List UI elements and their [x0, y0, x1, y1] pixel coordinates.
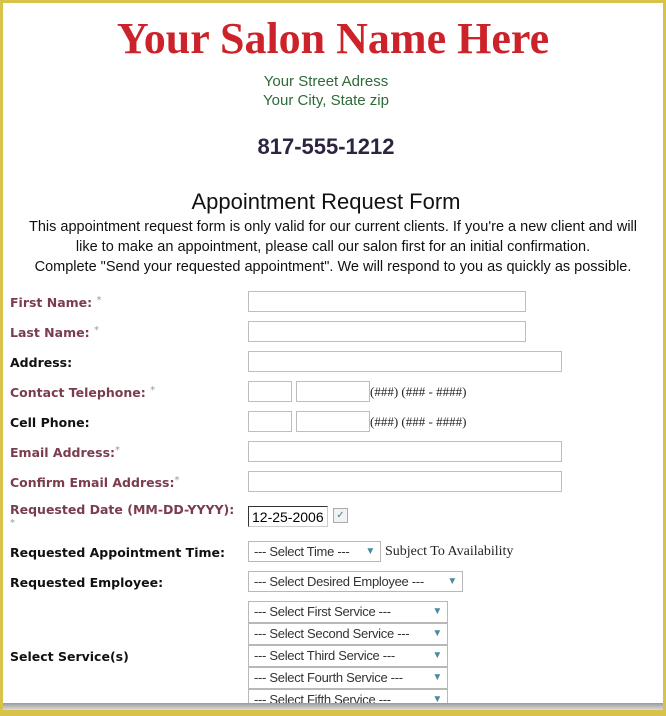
email-label: Email Address:* [10, 445, 121, 460]
date-input[interactable] [248, 506, 328, 527]
phone-format-hint: (###) (### - ####) [370, 384, 467, 399]
confirm-email-label: Confirm Email Address:* [10, 475, 180, 490]
contact-area-code-input[interactable] [248, 381, 292, 402]
intro-line: like to make an appointment, please call… [75, 239, 591, 255]
contact-number-input[interactable] [296, 381, 370, 402]
salon-phone: 817-555-1212 [257, 134, 395, 159]
cell-area-code-input[interactable] [248, 411, 292, 432]
page: Your Salon Name Here Your Street Adress … [3, 3, 663, 710]
form-title: Appointment Request Form [191, 189, 461, 214]
last-name-label: Last Name: * [10, 325, 99, 340]
city-state: Your City, State zip [263, 92, 389, 109]
street-address: Your Street Adress [263, 73, 389, 90]
cell-phone-label: Cell Phone: [10, 415, 90, 430]
address-label: Address: [10, 355, 73, 370]
phone-format-hint: (###) (### - ####) [370, 414, 467, 429]
confirm-email-input[interactable] [248, 471, 562, 492]
chevron-down-icon: ▼ [447, 576, 457, 587]
service-select-3[interactable]: --- Select Third Service --- ▼ [248, 645, 448, 667]
services-label: Select Service(s) [10, 649, 129, 664]
chevron-down-icon: ▼ [432, 628, 442, 639]
intro-line: This appointment request form is only va… [28, 219, 638, 235]
time-label: Requested Appointment Time: [10, 545, 225, 560]
first-name-label: First Name: * [10, 295, 102, 310]
time-note: Subject To Availability [385, 544, 514, 559]
employee-label: Requested Employee: [10, 575, 164, 590]
chevron-down-icon: ▼ [432, 672, 442, 683]
address-input[interactable] [248, 351, 562, 372]
time-select[interactable]: --- Select Time --- ▼ [248, 541, 381, 562]
intro-line: Complete "Send your requested appointmen… [34, 259, 632, 275]
chevron-down-icon: ▼ [432, 650, 442, 661]
email-input[interactable] [248, 441, 562, 462]
service-select-2[interactable]: --- Select Second Service --- ▼ [248, 623, 448, 645]
bottom-shadow [3, 703, 663, 710]
chevron-down-icon: ▼ [365, 546, 375, 557]
contact-phone-label: Contact Telephone: * [10, 385, 156, 400]
last-name-input[interactable] [248, 321, 526, 342]
required-mark: * [10, 518, 15, 529]
chevron-down-icon: ▼ [432, 606, 442, 617]
employee-select[interactable]: --- Select Desired Employee --- ▼ [248, 571, 463, 592]
first-name-input[interactable] [248, 291, 526, 312]
calendar-icon[interactable]: ✓ [333, 508, 348, 523]
service-select-4[interactable]: --- Select Fourth Service --- ▼ [248, 667, 448, 689]
date-label: Requested Date (MM-DD-YYYY): [10, 502, 235, 517]
salon-name: Your Salon Name Here [116, 14, 550, 63]
cell-number-input[interactable] [296, 411, 370, 432]
service-select-1[interactable]: --- Select First Service --- ▼ [248, 601, 448, 623]
